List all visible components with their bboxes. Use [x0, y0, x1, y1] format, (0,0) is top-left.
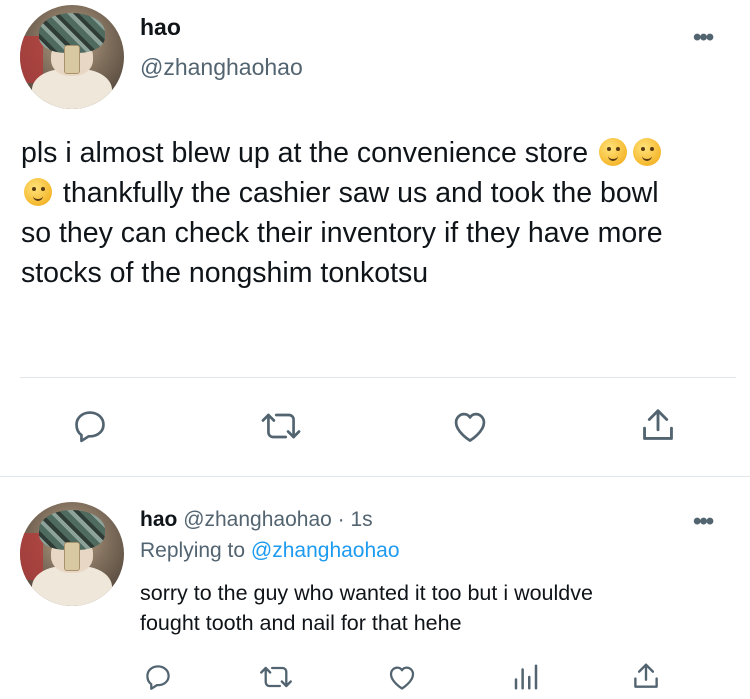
user-handle[interactable]: @zhanghaohao — [183, 508, 332, 531]
replying-handle-link[interactable]: @zhanghaohao — [251, 539, 400, 562]
divider — [20, 377, 736, 378]
tweet-text: pls i almost blew up at the convenience … — [21, 133, 736, 293]
divider — [0, 476, 750, 477]
analytics-icon[interactable] — [508, 660, 544, 694]
avatar[interactable] — [20, 502, 124, 606]
replying-to: Replying to @zhanghaohao — [140, 539, 400, 563]
reply-icon[interactable] — [140, 660, 176, 694]
reply-text-line: sorry to the guy who wanted it too but i… — [140, 581, 593, 605]
melting-face-emoji — [599, 138, 628, 166]
retweet-icon[interactable] — [256, 660, 296, 694]
retweet-icon[interactable] — [256, 406, 306, 446]
user-handle[interactable]: @zhanghaohao — [140, 54, 303, 81]
reply-text-line: fought tooth and nail for that hehe — [140, 611, 462, 635]
tweet-text-line: stocks of the nongshim tonkotsu — [21, 257, 429, 289]
reply-icon[interactable] — [68, 406, 112, 446]
tweet-text-line: thankfully the cashier saw us and took t… — [62, 177, 659, 209]
like-icon[interactable] — [448, 406, 492, 446]
avatar[interactable] — [20, 5, 124, 109]
reply-meta: hao @zhanghaohao · 1s — [140, 508, 373, 532]
display-name[interactable]: hao — [140, 508, 177, 531]
tweet-text-line: so they can check their inventory if the… — [21, 217, 663, 249]
tweet-text-line: pls i almost blew up at the convenience … — [21, 137, 589, 169]
replying-label: Replying to — [140, 539, 246, 562]
melting-face-emoji — [24, 178, 52, 206]
share-icon[interactable] — [628, 658, 664, 694]
like-icon[interactable] — [384, 660, 420, 694]
share-icon[interactable] — [636, 404, 680, 446]
separator: · — [337, 508, 345, 531]
display-name[interactable]: hao — [140, 14, 181, 41]
more-horizontal-icon[interactable]: ••• — [693, 24, 714, 52]
timestamp[interactable]: 1s — [351, 508, 373, 531]
reply-text: sorry to the guy who wanted it too but i… — [140, 578, 720, 638]
melting-face-emoji — [633, 138, 662, 166]
more-horizontal-icon[interactable]: ••• — [693, 508, 714, 536]
